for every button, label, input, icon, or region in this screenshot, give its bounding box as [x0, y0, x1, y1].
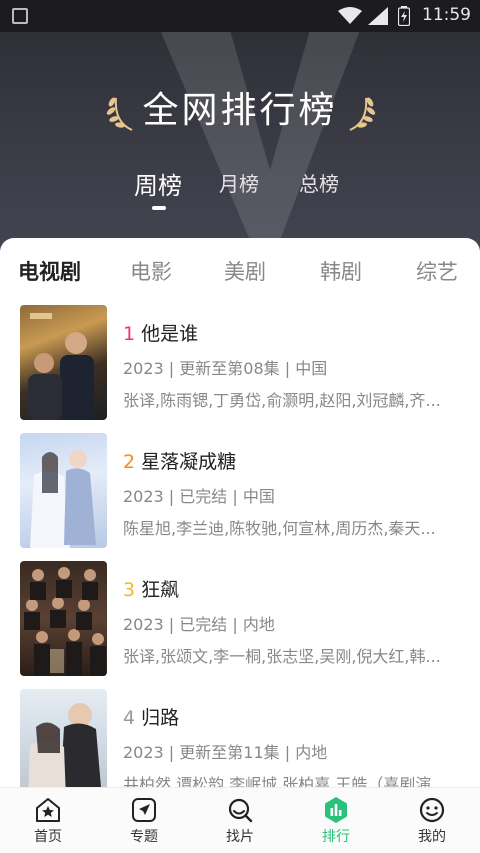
rank-number: 4 — [123, 707, 136, 729]
list-item[interactable]: 3 狂飙 2023 | 已完结 | 内地 张译,张颂文,李一桐,张志坚,吴刚,倪大… — [20, 561, 470, 679]
nav-ranking[interactable]: 排行 — [306, 796, 366, 846]
nav-profile-label: 我的 — [418, 829, 446, 845]
rank-number: 2 — [123, 451, 136, 473]
item-title: 归路 — [141, 707, 180, 729]
status-time: 11:59 — [422, 5, 471, 25]
poster-image — [20, 305, 107, 420]
title-line: 1 他是谁 — [123, 319, 198, 346]
item-title: 他是谁 — [141, 323, 199, 345]
category-tab-k-drama[interactable]: 韩剧 — [320, 258, 362, 286]
item-cast: 张译,陈雨锶,丁勇岱,俞灏明,赵阳,刘冠麟,齐... — [123, 391, 441, 410]
category-tabs: 电视剧 电影 美剧 韩剧 综艺 — [0, 258, 480, 288]
title-line: 3 狂飙 — [123, 575, 179, 602]
list-item[interactable]: 2 星落凝成糖 2023 | 已完结 | 中国 陈星旭,李兰迪,陈牧驰,何宣林,周… — [20, 433, 470, 551]
poster-image — [20, 561, 107, 676]
poster-image — [20, 433, 107, 548]
item-title: 狂飙 — [141, 579, 180, 601]
nav-home[interactable]: 首页 — [18, 796, 78, 846]
bottom-nav: 首页 专题 找片 排行 我的 — [0, 787, 480, 853]
profile-icon — [419, 797, 445, 823]
title-line: 2 星落凝成糖 — [123, 447, 236, 474]
tab-overall[interactable]: 总榜 — [299, 168, 339, 197]
category-tab-movie[interactable]: 电影 — [130, 258, 172, 286]
nav-topic[interactable]: 专题 — [114, 796, 174, 846]
active-tab-indicator — [152, 206, 166, 210]
list-item[interactable]: 1 他是谁 2023 | 更新至第08集 | 中国 张译,陈雨锶,丁勇岱,俞灏明,… — [20, 305, 470, 423]
status-bar: 11:59 — [0, 0, 480, 32]
rank-number: 1 — [123, 323, 136, 345]
item-meta: 2023 | 已完结 | 中国 — [123, 487, 275, 506]
ranking-icon — [325, 797, 347, 823]
page-title: 全网排行榜 — [142, 90, 338, 131]
signal-icon — [368, 7, 388, 25]
nav-topic-label: 专题 — [130, 829, 158, 845]
title-line: 4 归路 — [123, 703, 179, 730]
category-tab-variety[interactable]: 综艺 — [416, 258, 458, 286]
notification-icon — [12, 8, 28, 24]
nav-profile[interactable]: 我的 — [402, 796, 462, 846]
category-tab-us-drama[interactable]: 美剧 — [224, 258, 266, 286]
item-meta: 2023 | 更新至第08集 | 中国 — [123, 359, 328, 378]
tab-monthly[interactable]: 月榜 — [219, 168, 259, 197]
nav-ranking-label: 排行 — [322, 829, 350, 845]
battery-icon — [398, 6, 410, 26]
nav-find[interactable]: 找片 — [210, 796, 270, 846]
laurel-right-icon — [349, 97, 376, 131]
tab-weekly[interactable]: 周榜 — [134, 166, 182, 201]
nav-home-label: 首页 — [34, 829, 62, 845]
item-cast: 张译,张颂文,李一桐,张志坚,吴刚,倪大红,韩... — [123, 647, 441, 666]
period-tabs: 周榜 月榜 总榜 — [0, 168, 480, 208]
topic-icon — [132, 798, 156, 822]
category-tab-tv[interactable]: 电视剧 — [18, 258, 81, 286]
home-icon — [36, 798, 60, 822]
search-icon — [228, 798, 253, 823]
item-meta: 2023 | 更新至第11集 | 内地 — [123, 743, 328, 762]
page-title-wrap: 全网排行榜 — [0, 86, 480, 136]
nav-find-label: 找片 — [226, 829, 254, 845]
rank-number: 3 — [123, 579, 136, 601]
item-meta: 2023 | 已完结 | 内地 — [123, 615, 275, 634]
wifi-icon — [338, 7, 362, 24]
item-cast: 陈星旭,李兰迪,陈牧驰,何宣林,周历杰,秦天... — [123, 519, 436, 538]
item-title: 星落凝成糖 — [141, 451, 237, 473]
